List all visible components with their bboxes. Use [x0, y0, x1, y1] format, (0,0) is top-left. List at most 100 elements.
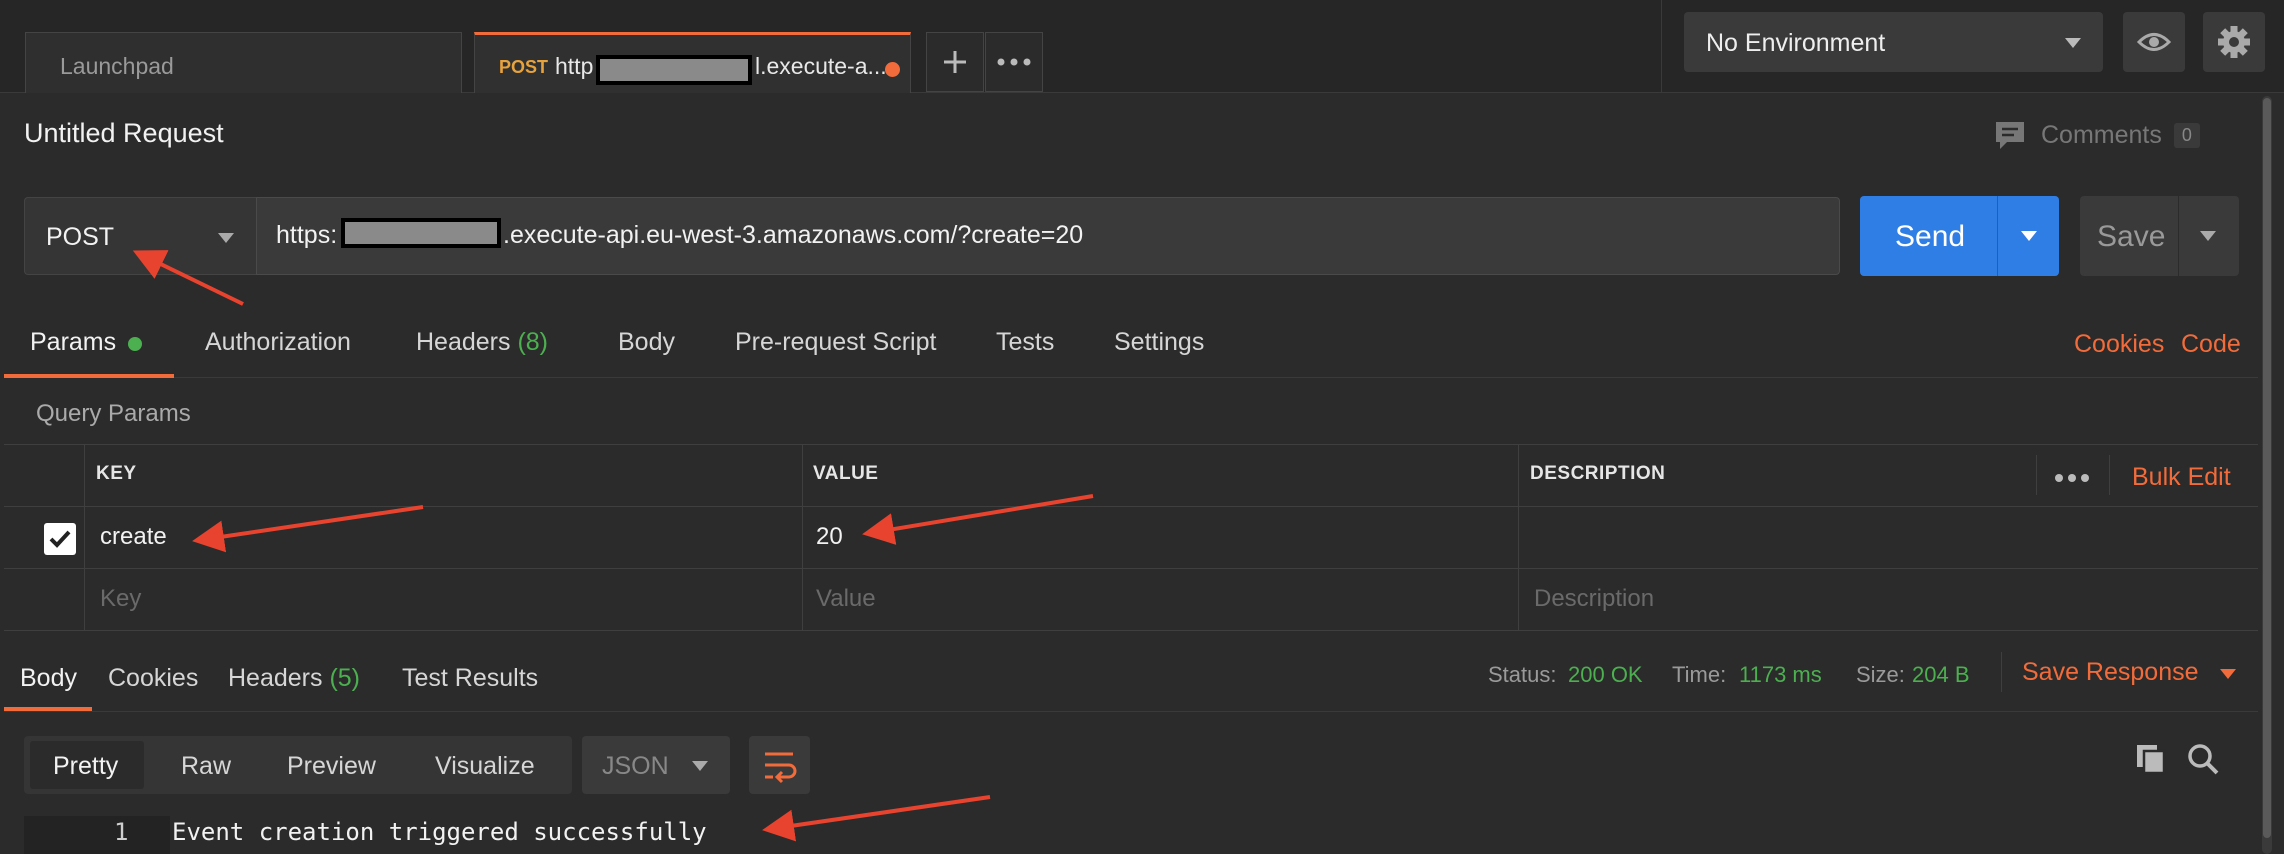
column-header-value: VALUE [813, 463, 879, 484]
format-label: JSON [602, 752, 669, 780]
url-suffix: .execute-api.eu-west-3.amazonaws.com/?cr… [503, 221, 1084, 249]
param-key-cell[interactable]: create [100, 523, 167, 551]
save-response-button[interactable]: Save Response [2022, 658, 2237, 687]
url-input[interactable]: https: .execute-api.eu-west-3.amazonaws.… [256, 197, 1840, 275]
annotation-arrow [192, 505, 424, 553]
divider [2178, 196, 2179, 276]
response-tab-cookies[interactable]: Cookies [108, 664, 198, 693]
new-description-input[interactable]: Description [1534, 585, 1654, 613]
tab-authorization[interactable]: Authorization [205, 328, 351, 357]
new-tab-button[interactable] [926, 32, 984, 92]
chevron-down-icon [692, 761, 708, 771]
response-headers-count: (5) [329, 664, 361, 692]
tab-url-start: http [555, 53, 594, 79]
annotation-arrow [862, 494, 1094, 545]
view-mode-segmented: Pretty Raw Preview Visualize [24, 736, 572, 794]
environment-quick-look-button[interactable] [2123, 12, 2185, 72]
redacted-box [341, 218, 501, 248]
tab-launchpad[interactable]: Launchpad [25, 32, 462, 93]
save-button[interactable]: Save [2080, 196, 2239, 276]
active-tab-underline [4, 374, 174, 378]
divider [2109, 455, 2110, 495]
new-value-input[interactable]: Value [816, 585, 876, 613]
tab-headers[interactable]: Headers (8) [416, 328, 548, 357]
wrap-lines-icon [765, 752, 797, 784]
size-value: 204 B [1912, 662, 1970, 687]
scrollbar-thumb[interactable] [2263, 98, 2271, 838]
mode-pretty[interactable]: Pretty [53, 752, 118, 781]
tab-url-end: l.execute-a... [755, 53, 887, 79]
checkmark-icon [49, 530, 71, 548]
param-value-cell[interactable]: 20 [816, 523, 843, 551]
bulk-edit-link[interactable]: Bulk Edit [2132, 463, 2231, 492]
wrap-lines-button[interactable] [749, 736, 810, 794]
annotation-arrows [132, 250, 1094, 842]
ellipsis-icon [2055, 474, 2089, 482]
gear-icon [2218, 26, 2250, 58]
tab-settings[interactable]: Settings [1114, 328, 1204, 357]
divider [4, 630, 2258, 631]
tab-body[interactable]: Body [618, 328, 675, 357]
mode-visualize[interactable]: Visualize [435, 752, 535, 781]
settings-button[interactable] [2203, 12, 2265, 72]
column-header-key: KEY [96, 463, 137, 484]
params-active-dot-icon [128, 337, 142, 351]
response-tab-headers[interactable]: Headers (5) [228, 664, 360, 693]
mode-preview[interactable]: Preview [287, 752, 376, 781]
cookies-link[interactable]: Cookies [2074, 330, 2164, 359]
tab-prerequest-script[interactable]: Pre-request Script [735, 328, 936, 357]
status-label: Status: [1488, 662, 1557, 687]
divider [1661, 0, 1662, 93]
line-number: 1 [114, 818, 129, 846]
code-link[interactable]: Code [2181, 330, 2241, 359]
comments-count: 0 [2173, 122, 2200, 148]
active-tab-underline [4, 707, 92, 711]
plus-icon [944, 51, 966, 73]
format-select[interactable]: JSON [582, 736, 730, 794]
tab-params[interactable]: Params [30, 328, 116, 357]
divider [4, 444, 2258, 445]
divider [2001, 652, 2002, 692]
response-tab-test-results[interactable]: Test Results [402, 664, 538, 693]
request-title[interactable]: Untitled Request [24, 118, 224, 149]
tab-headers-label: Headers [416, 328, 511, 356]
environment-select[interactable]: No Environment [1684, 12, 2103, 72]
chevron-down-icon [2220, 669, 2237, 679]
param-enabled-checkbox[interactable] [44, 523, 76, 555]
eye-icon [2136, 33, 2172, 51]
save-response-label: Save Response [2022, 658, 2199, 686]
method-select[interactable]: POST [24, 197, 256, 275]
save-options-chevron-icon[interactable] [2200, 231, 2216, 241]
headers-count: (8) [517, 328, 549, 356]
save-label: Save [2097, 220, 2166, 253]
ellipsis-icon [997, 58, 1031, 66]
column-header-description: DESCRIPTION [1530, 463, 1666, 484]
comments-button[interactable]: Comments 0 [1993, 117, 2200, 153]
column-options-button[interactable] [2054, 470, 2090, 488]
divider [802, 444, 803, 630]
new-key-input[interactable]: Key [100, 585, 141, 613]
send-options-chevron-icon[interactable] [2021, 231, 2037, 241]
search-icon [2188, 744, 2219, 775]
tab-active-request[interactable]: POST http l.execute-a... [474, 32, 911, 93]
chevron-down-icon [2065, 38, 2081, 48]
size-label: Size: [1856, 662, 1905, 687]
divider [4, 506, 2258, 507]
tab-launchpad-label: Launchpad [60, 53, 174, 79]
url-prefix: https: [276, 221, 338, 249]
response-tab-body[interactable]: Body [20, 664, 77, 693]
status-value: 200 OK [1568, 662, 1643, 687]
send-button[interactable]: Send [1860, 196, 2059, 276]
divider [2036, 455, 2037, 495]
copy-response-button[interactable] [2134, 742, 2168, 781]
divider [1518, 444, 1519, 630]
more-tabs-button[interactable] [985, 32, 1043, 92]
tab-tests[interactable]: Tests [996, 328, 1054, 357]
comment-icon [1996, 122, 2024, 149]
chevron-down-icon [218, 233, 234, 243]
tab-bar: Launchpad POST http l.execute-a... No En… [0, 0, 2284, 93]
search-response-button[interactable] [2186, 742, 2220, 781]
method-label: POST [46, 223, 115, 251]
query-params-title: Query Params [36, 400, 191, 427]
mode-raw[interactable]: Raw [181, 752, 231, 781]
